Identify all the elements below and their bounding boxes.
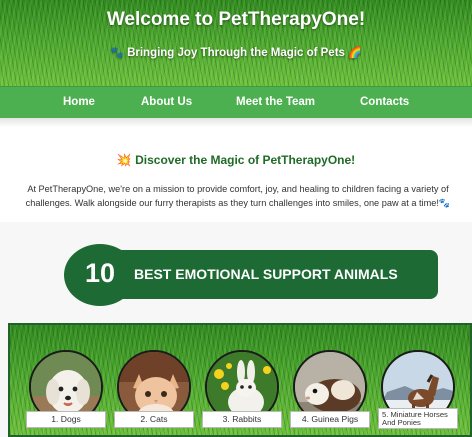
intro-line-2: challenges. Walk alongside our furry the… (4, 196, 472, 210)
intro-line-2-text: challenges. Walk alongside our furry the… (25, 198, 439, 208)
banner-title: BEST EMOTIONAL SUPPORT ANIMALS (134, 266, 398, 282)
main-navigation: Home About Us Meet the Team Contacts (0, 86, 472, 119)
animal-card-miniature-horses[interactable]: 5. Miniature Horses And Ponies (378, 350, 458, 430)
site-title: Welcome to PetTherapyOne! (106, 9, 366, 30)
animal-card-dogs[interactable]: 1. Dogs (26, 350, 106, 430)
rainbow-icon: 🌈 (348, 47, 362, 59)
intro-paragraph: At PetTherapyOne, we're on a mission to … (4, 182, 472, 210)
animal-label: 3. Rabbits (202, 411, 282, 428)
site-tagline: 🐾 Bringing Joy Through the Magic of Pets… (0, 46, 472, 59)
banner-number: 10 (84, 258, 116, 288)
intro-line-1: At PetTherapyOne, we're on a mission to … (27, 184, 449, 194)
nav-contacts[interactable]: Contacts (360, 96, 409, 108)
animal-card-cats[interactable]: 2. Cats (114, 350, 194, 430)
sparkle-icon: 💥 (116, 153, 132, 167)
intro-heading-text: Discover the Magic of PetTherapyOne! (135, 153, 356, 167)
animal-label: 1. Dogs (26, 411, 106, 428)
nav-divider (0, 118, 472, 127)
paw-icon: 🐾 (110, 47, 124, 59)
paw-icon: 🐾 (438, 198, 451, 208)
nav-about-us[interactable]: About Us (141, 96, 192, 108)
nav-meet-the-team[interactable]: Meet the Team (236, 96, 315, 108)
animal-label: 4. Guinea Pigs (290, 411, 370, 428)
intro-heading: 💥 Discover the Magic of PetTherapyOne! (0, 153, 472, 167)
nav-home[interactable]: Home (63, 96, 95, 108)
hero-header: Welcome to PetTherapyOne! 🐾 Bringing Joy… (0, 0, 472, 86)
animal-card-guinea-pigs[interactable]: 4. Guinea Pigs (290, 350, 370, 430)
tagline-text: Bringing Joy Through the Magic of Pets (127, 47, 345, 59)
animal-label: 2. Cats (114, 411, 194, 428)
animal-label: 5. Miniature Horses And Ponies (378, 408, 458, 429)
animal-card-rabbits[interactable]: 3. Rabbits (202, 350, 282, 430)
